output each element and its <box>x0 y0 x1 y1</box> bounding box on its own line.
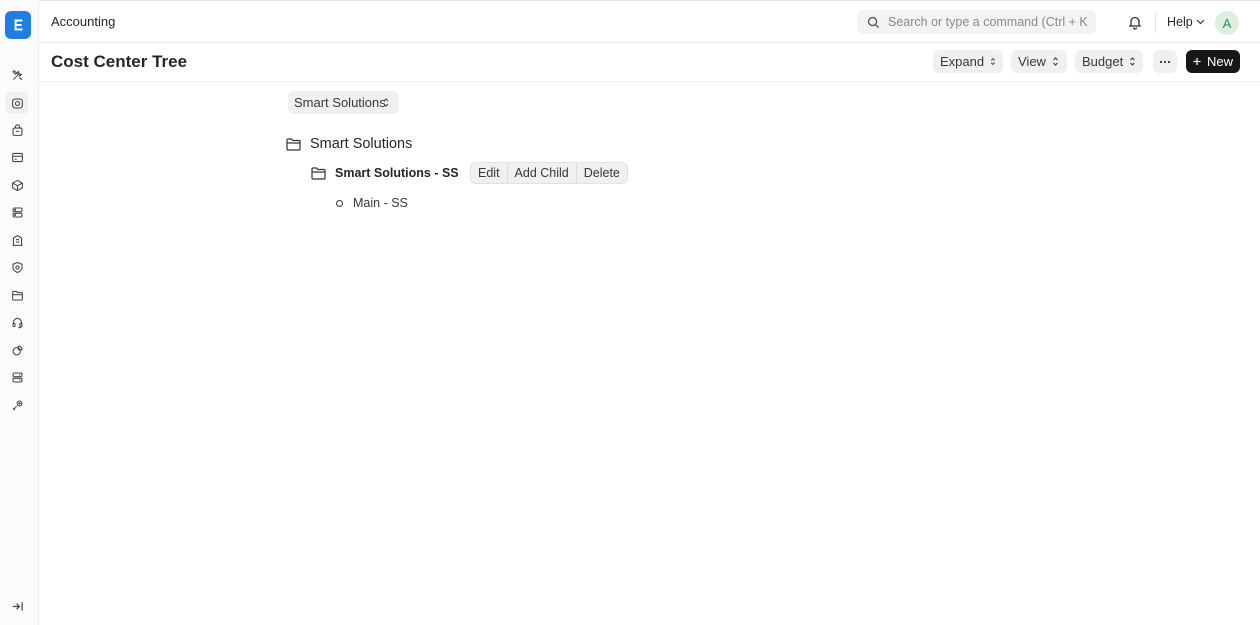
navbar-divider <box>1155 13 1156 33</box>
tree-node-label: Smart Solutions <box>310 136 413 152</box>
help-dropdown[interactable]: Help <box>1167 15 1205 29</box>
app-logo[interactable] <box>5 11 31 39</box>
chevron-up-down-icon <box>1053 57 1058 66</box>
hr-icon[interactable] <box>8 231 26 249</box>
folder-icon <box>286 137 301 151</box>
app-title[interactable]: Accounting <box>51 14 115 29</box>
accounting-icon[interactable] <box>6 92 28 114</box>
budget-button-label: Budget <box>1082 54 1124 69</box>
more-actions-button[interactable] <box>1153 50 1177 73</box>
erpnext-logo-icon <box>14 19 22 31</box>
settings-icon[interactable] <box>8 396 26 414</box>
ellipsis-icon <box>1159 60 1171 63</box>
view-button[interactable]: View <box>1011 50 1067 73</box>
tree-node-child[interactable]: Smart Solutions - SS <box>311 166 459 180</box>
integrations-icon[interactable] <box>8 341 26 359</box>
chevron-up-down-icon <box>383 98 389 107</box>
budget-button[interactable]: Budget <box>1075 50 1143 73</box>
stock-icon[interactable] <box>8 176 26 194</box>
user-avatar[interactable]: A <box>1215 11 1239 35</box>
plus-icon <box>1193 57 1201 66</box>
expand-button[interactable]: Expand <box>933 50 1003 73</box>
tree-node-root[interactable]: Smart Solutions <box>286 136 412 152</box>
leaf-node-icon <box>336 199 343 207</box>
chevron-up-down-icon <box>1130 57 1135 66</box>
tree-node-label: Main - SS <box>353 196 408 210</box>
buying-icon[interactable] <box>8 121 26 139</box>
sidebar <box>0 0 39 625</box>
new-button[interactable]: New <box>1186 50 1240 73</box>
projects-icon[interactable] <box>8 286 26 304</box>
view-button-label: View <box>1018 54 1046 69</box>
help-label: Help <box>1167 15 1193 29</box>
selling-icon[interactable] <box>8 148 26 166</box>
page-head: Cost Center Tree Expand View Budget New <box>39 43 1260 82</box>
new-button-label: New <box>1206 54 1233 69</box>
delete-button[interactable]: Delete <box>577 163 627 183</box>
tree-node-label: Smart Solutions - SS <box>335 166 459 180</box>
company-select-value: Smart Solutions <box>294 95 386 110</box>
chevron-up-down-icon <box>991 57 996 66</box>
tree-node-leaf[interactable]: Main - SS <box>336 196 408 210</box>
search-input[interactable] <box>888 15 1088 29</box>
expand-button-label: Expand <box>940 54 985 69</box>
collapse-sidebar-icon[interactable] <box>11 600 24 613</box>
quality-icon[interactable] <box>8 258 26 276</box>
chevron-down-icon <box>1196 19 1205 25</box>
assets-icon[interactable] <box>8 203 26 221</box>
node-action-buttons: Edit Add Child Delete <box>470 162 628 184</box>
support-icon[interactable] <box>8 313 26 331</box>
page-title: Cost Center Tree <box>51 52 188 71</box>
edit-button[interactable]: Edit <box>471 163 508 183</box>
tools-icon[interactable] <box>8 66 26 84</box>
servers-icon[interactable] <box>8 368 26 386</box>
top-navbar: Accounting Help A <box>39 0 1260 43</box>
notifications-bell-icon[interactable] <box>1127 14 1143 30</box>
company-select[interactable]: Smart Solutions <box>288 91 399 114</box>
search-icon <box>867 16 880 28</box>
add-child-button[interactable]: Add Child <box>508 163 577 183</box>
search-bar[interactable] <box>857 10 1096 34</box>
folder-icon <box>311 166 326 180</box>
